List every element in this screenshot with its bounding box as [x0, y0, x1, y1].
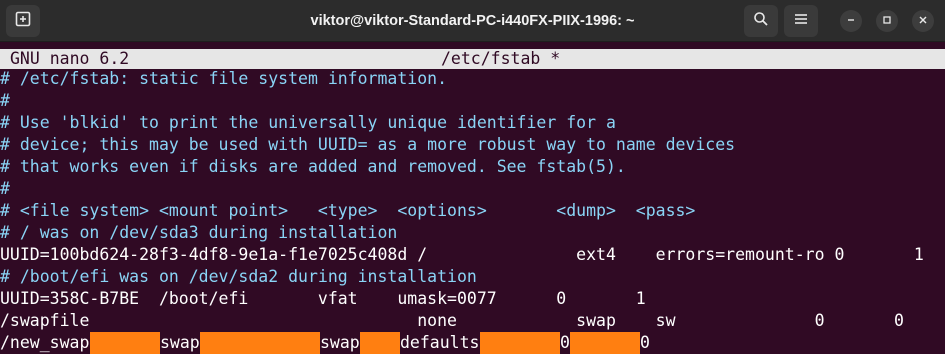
- nano-header: GNU nano 6.2 /etc/fstab *: [0, 49, 945, 69]
- file-line: # Use 'blkid' to print the universally u…: [0, 113, 616, 132]
- hamburger-menu-icon: [793, 11, 809, 32]
- edit-field: defaults: [400, 333, 480, 352]
- terminal-area[interactable]: GNU nano 6.2 /etc/fstab * # /etc/fstab: …: [0, 46, 945, 354]
- tab-highlight: [200, 332, 320, 354]
- menu-button[interactable]: [784, 5, 818, 37]
- file-line: # device; this may be used with UUID= as…: [0, 135, 736, 154]
- file-line: UUID=100bd624-28f3-4df8-9e1a-f1e7025c408…: [0, 245, 924, 264]
- edit-field: /new_swap: [0, 333, 90, 352]
- maximize-button[interactable]: [876, 10, 898, 32]
- tab-highlight: [360, 332, 400, 354]
- editing-line[interactable]: /new_swap swap swap defaults 0 0: [0, 332, 945, 354]
- minimize-icon: [846, 12, 856, 30]
- file-line: # that works even if disks are added and…: [0, 157, 626, 176]
- file-line: #: [0, 179, 10, 198]
- file-line: # /boot/efi was on /dev/sda2 during inst…: [0, 267, 477, 286]
- edit-field: 0: [640, 333, 650, 352]
- search-icon: [753, 11, 769, 32]
- nano-version: GNU nano 6.2: [10, 49, 130, 68]
- tab-highlight: [480, 332, 560, 354]
- file-line: /swapfile none swap sw 0 0: [0, 311, 904, 330]
- minimize-button[interactable]: [840, 10, 862, 32]
- edit-field: swap: [160, 333, 200, 352]
- tab-highlight: [90, 332, 160, 354]
- edit-field: swap: [320, 333, 360, 352]
- close-icon: [918, 12, 928, 30]
- file-line: #: [0, 91, 10, 110]
- title-bar: viktor@viktor-Standard-PC-i440FX-PIIX-19…: [0, 0, 945, 42]
- edit-field: 0: [560, 333, 570, 352]
- close-button[interactable]: [912, 10, 934, 32]
- maximize-icon: [882, 12, 892, 30]
- file-line: # <file system> <mount point> <type> <op…: [0, 201, 696, 220]
- file-line: # /etc/fstab: static file system informa…: [0, 69, 448, 88]
- file-line: # / was on /dev/sda3 during installation: [0, 223, 398, 242]
- file-line: UUID=358C-B7BE /boot/efi vfat umask=0077…: [0, 289, 646, 308]
- terminal-window: viktor@viktor-Standard-PC-i440FX-PIIX-19…: [0, 0, 945, 354]
- search-button[interactable]: [744, 5, 778, 37]
- nano-filename: /etc/fstab *: [441, 49, 561, 68]
- tab-highlight: [570, 332, 640, 354]
